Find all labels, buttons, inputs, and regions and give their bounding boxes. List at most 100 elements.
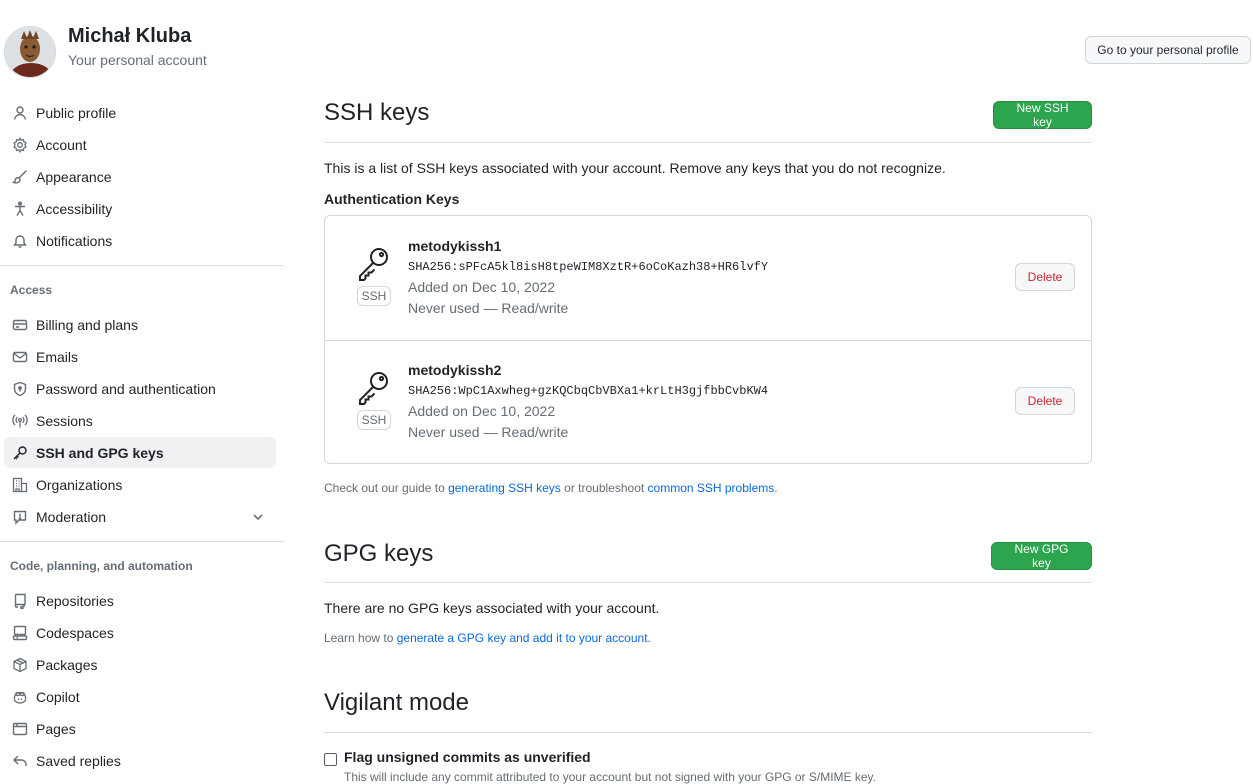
- new-gpg-key-button[interactable]: New GPG key: [991, 542, 1092, 570]
- new-ssh-key-button[interactable]: New SSH key: [993, 101, 1092, 129]
- sidebar-item-moderation[interactable]: Moderation: [4, 501, 276, 532]
- key-added-date: Added on Dec 10, 2022: [408, 403, 556, 419]
- common-ssh-problems-link[interactable]: common SSH problems: [648, 481, 775, 495]
- user-subtitle: Your personal account: [68, 52, 207, 68]
- sidebar-item-label: Codespaces: [36, 624, 114, 641]
- key-fingerprint: SHA256:sPFcA5kl8isH8tpeWIM8XztR+6oCoKazh…: [408, 260, 769, 274]
- sidebar-item-label: Accessibility: [36, 200, 113, 217]
- sidebar-item-label: Moderation: [36, 508, 107, 525]
- sidebar-item-label: Organizations: [36, 476, 123, 493]
- vigilant-section-title: Vigilant mode: [324, 689, 469, 716]
- sidebar-item-pages[interactable]: Pages: [4, 713, 276, 744]
- guide-text: Check out our guide to: [324, 481, 449, 495]
- ssh-section-title: SSH keys: [324, 99, 430, 126]
- key-icon: [357, 370, 391, 406]
- repo-icon: [12, 593, 28, 609]
- learn-text: .: [647, 631, 651, 645]
- sidebar-divider: [0, 265, 284, 266]
- sidebar-item-label: Billing and plans: [36, 316, 138, 333]
- sidebar-item-billing[interactable]: Billing and plans: [4, 309, 276, 340]
- go-to-profile-button[interactable]: Go to your personal profile: [1085, 36, 1251, 64]
- broadcast-icon: [12, 413, 28, 429]
- section-divider: [324, 732, 1092, 733]
- sidebar-item-label: SSH and GPG keys: [36, 444, 164, 461]
- delete-key-button[interactable]: Delete: [1015, 387, 1075, 415]
- user-name[interactable]: Michał Kluba: [68, 25, 191, 48]
- sidebar-item-label: Pages: [36, 720, 76, 737]
- key-usage: Never used — Read/write: [408, 300, 569, 316]
- sidebar-item-label: Saved replies: [36, 752, 121, 769]
- bell-icon: [12, 233, 28, 249]
- ssh-intro-text: This is a list of SSH keys associated wi…: [324, 160, 946, 176]
- sidebar-item-copilot[interactable]: Copilot: [4, 681, 276, 712]
- ssh-key-list: SSH metodykissh1 SHA256:sPFcA5kl8isH8tpe…: [324, 215, 1092, 464]
- sidebar-item-ssh-gpg-keys[interactable]: SSH and GPG keys: [4, 437, 276, 468]
- avatar[interactable]: [4, 26, 56, 78]
- generate-gpg-key-link[interactable]: generate a GPG key and add it to your ac…: [397, 631, 648, 645]
- sidebar-item-appearance[interactable]: Appearance: [4, 161, 276, 192]
- gear-icon: [12, 136, 28, 153]
- guide-text: or troubleshoot: [560, 481, 648, 495]
- browser-icon: [12, 721, 28, 737]
- sidebar-item-label: Public profile: [36, 104, 117, 121]
- sidebar-item-label: Password and authentication: [36, 380, 216, 397]
- sidebar-item-label: Account: [36, 136, 87, 153]
- key-fingerprint: SHA256:WpC1Axwheg+gzKQCbqCbVBXa1+krLtH3g…: [408, 384, 769, 398]
- credit-card-icon: [12, 317, 28, 333]
- flag-unsigned-commits-label[interactable]: Flag unsigned commits as unverified: [344, 749, 591, 765]
- sidebar-item-packages[interactable]: Packages: [4, 649, 276, 680]
- codespaces-icon: [12, 625, 28, 641]
- settings-sidebar: Michał Kluba Your personal account Publi…: [0, 0, 290, 782]
- sidebar-item-saved-replies[interactable]: Saved replies: [4, 745, 276, 776]
- sidebar-item-password-authentication[interactable]: Password and authentication: [4, 373, 276, 404]
- key-icon: [12, 445, 28, 461]
- sidebar-item-account[interactable]: Account: [4, 129, 276, 160]
- key-name: metodykissh2: [408, 362, 502, 378]
- shield-lock-icon: [12, 381, 28, 397]
- gpg-section-title: GPG keys: [324, 540, 434, 567]
- learn-text: Learn how to: [324, 631, 397, 645]
- section-divider: [324, 582, 1092, 583]
- key-usage: Never used — Read/write: [408, 424, 569, 440]
- authentication-keys-heading: Authentication Keys: [324, 191, 460, 207]
- sidebar-divider: [0, 541, 284, 542]
- ssh-guide-note: Check out our guide to generating SSH ke…: [324, 481, 778, 495]
- sidebar-item-codespaces[interactable]: Codespaces: [4, 617, 276, 648]
- section-divider: [324, 142, 1092, 143]
- guide-text: .: [774, 481, 778, 495]
- reply-icon: [12, 753, 28, 769]
- sidebar-item-label: Sessions: [36, 412, 93, 429]
- report-icon: [12, 509, 28, 525]
- organization-icon: [12, 477, 28, 493]
- mail-icon: [12, 349, 28, 365]
- sidebar-item-notifications[interactable]: Notifications: [4, 225, 276, 256]
- chevron-down-icon[interactable]: [250, 509, 266, 525]
- package-icon: [12, 657, 28, 673]
- ssh-key-item: SSH metodykissh1 SHA256:sPFcA5kl8isH8tpe…: [325, 216, 1091, 341]
- sidebar-item-label: Packages: [36, 656, 98, 673]
- sidebar-item-organizations[interactable]: Organizations: [4, 469, 276, 500]
- sidebar-item-public-profile[interactable]: Public profile: [4, 97, 276, 128]
- accessibility-icon: [12, 201, 28, 217]
- sidebar-item-sessions[interactable]: Sessions: [4, 405, 276, 436]
- sidebar-item-label: Emails: [36, 348, 79, 365]
- sidebar-item-label: Appearance: [36, 168, 112, 185]
- sidebar-item-accessibility[interactable]: Accessibility: [4, 193, 276, 224]
- ssh-key-item: SSH metodykissh2 SHA256:WpC1Axwheg+gzKQC…: [325, 340, 1091, 464]
- sidebar-item-repositories[interactable]: Repositories: [4, 585, 276, 616]
- sidebar-item-label: Repositories: [36, 592, 114, 609]
- sidebar-item-emails[interactable]: Emails: [4, 341, 276, 372]
- paintbrush-icon: [12, 169, 28, 185]
- person-icon: [12, 105, 28, 121]
- ssh-badge: SSH: [357, 410, 391, 430]
- sidebar-item-label: Notifications: [36, 232, 113, 249]
- generating-ssh-keys-link[interactable]: generating SSH keys: [448, 481, 561, 495]
- flag-unsigned-commits-checkbox[interactable]: [324, 753, 337, 766]
- gpg-learn-note: Learn how to generate a GPG key and add …: [324, 631, 651, 645]
- sidebar-heading-access: Access: [10, 283, 53, 297]
- key-added-date: Added on Dec 10, 2022: [408, 279, 556, 295]
- delete-key-button[interactable]: Delete: [1015, 263, 1075, 291]
- sidebar-heading-code: Code, planning, and automation: [10, 559, 193, 573]
- ssh-badge: SSH: [357, 286, 391, 306]
- key-name: metodykissh1: [408, 238, 502, 254]
